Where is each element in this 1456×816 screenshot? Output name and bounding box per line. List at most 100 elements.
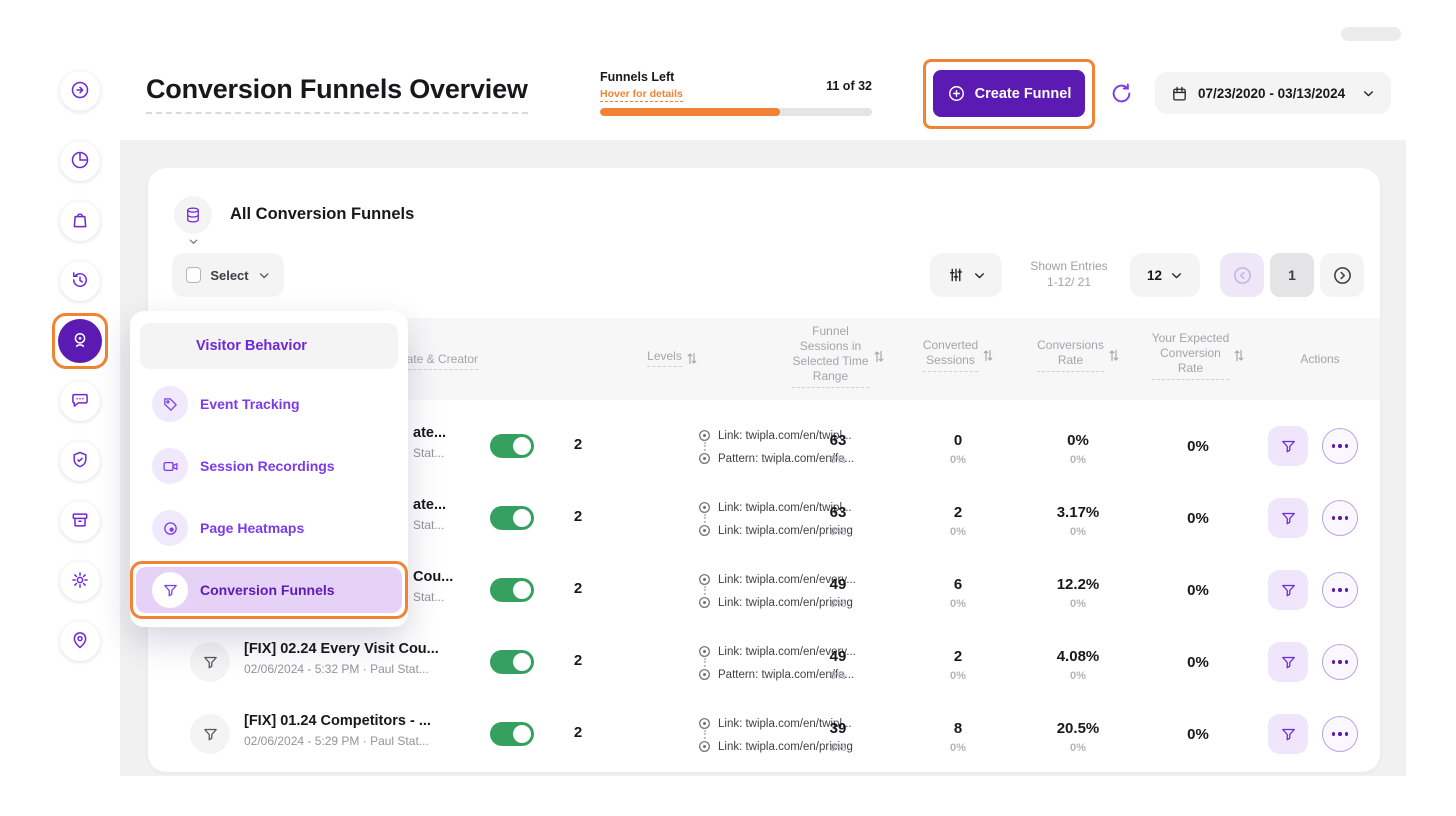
open-funnel-button[interactable] [1268, 426, 1308, 466]
ellipsis-icon [1332, 732, 1349, 736]
create-funnel-label: Create Funnel [975, 86, 1072, 102]
open-funnel-button[interactable] [1268, 570, 1308, 610]
column-header-converted-sessions[interactable]: Converted Sessions [898, 338, 1018, 372]
flyout-item-conversion-funnels[interactable]: Conversion Funnels [130, 562, 408, 618]
sidebar-item-panel-toggle[interactable] [60, 71, 100, 111]
funnel-enabled-toggle[interactable] [490, 722, 534, 746]
more-actions-button[interactable] [1322, 644, 1358, 680]
toggle-knob [513, 581, 531, 599]
funnel-enabled-toggle[interactable] [490, 650, 534, 674]
expected-rate-cell: 0% [1148, 582, 1248, 599]
flyout-title: Visitor Behavior [140, 323, 398, 369]
settings-gear-icon [70, 570, 90, 593]
funnel-name[interactable]: [FIX] 01.24 Competitors - ... [244, 713, 504, 729]
flyout-item-session-recordings[interactable]: Session Recordings [130, 438, 408, 494]
expected-rate-cell: 0% [1148, 438, 1248, 455]
heatmap-icon [152, 510, 188, 546]
levels-value: 2 [548, 652, 608, 669]
column-settings-dropdown[interactable] [930, 253, 1002, 297]
sidebar-item-visitor-behavior[interactable] [58, 319, 102, 363]
panel-title: All Conversion Funnels [230, 205, 414, 224]
level-node-icon [698, 429, 711, 442]
more-actions-button[interactable] [1322, 572, 1358, 608]
open-funnel-button[interactable] [1268, 714, 1308, 754]
conversions-rate-cell: 20.5%0% [1028, 720, 1128, 754]
select-checkbox[interactable] [186, 267, 201, 283]
sidebar-item-settings[interactable] [60, 561, 100, 601]
levels-value: 2 [548, 508, 608, 525]
column-header-expected-rate[interactable]: Your Expected Conversion Rate [1138, 331, 1258, 380]
column-header-conversions-rate[interactable]: Conversions Rate [1018, 338, 1138, 372]
previous-page-button[interactable] [1220, 253, 1264, 297]
funnel-name[interactable]: [FIX] 02.24 Every Visit Cou... [244, 641, 504, 657]
funnel-sessions-cell: 490% [788, 648, 888, 682]
funnels-left-hint[interactable]: Hover for details [600, 88, 683, 102]
page-size-value: 12 [1147, 268, 1162, 283]
date-range-value: 07/23/2020 - 03/13/2024 [1198, 86, 1352, 101]
ecommerce-bag-icon [70, 210, 90, 233]
toggle-knob [513, 653, 531, 671]
open-funnel-button[interactable] [1268, 642, 1308, 682]
video-icon [152, 448, 188, 484]
more-actions-button[interactable] [1322, 500, 1358, 536]
converted-sessions-cell: 00% [908, 432, 1008, 466]
level-node-icon [698, 596, 711, 609]
ellipsis-icon [1332, 588, 1349, 592]
column-header-date-creator[interactable]: Date & Creator [398, 352, 478, 370]
sidebar-item-ecommerce[interactable] [60, 201, 100, 241]
arrow-right-circle-icon [1332, 265, 1353, 286]
level-connector [704, 658, 706, 667]
statistics-pie-icon [70, 150, 90, 173]
visitor-behavior-camera-icon [70, 330, 90, 353]
levels-value: 2 [548, 724, 608, 741]
next-page-button[interactable] [1320, 253, 1364, 297]
level-node-icon [698, 668, 711, 681]
sidebar-item-location[interactable] [60, 621, 100, 661]
create-funnel-button[interactable]: Create Funnel [933, 70, 1085, 117]
more-actions-button[interactable] [1322, 716, 1358, 752]
converted-sessions-cell: 20% [908, 504, 1008, 538]
level-connector [704, 514, 706, 523]
ellipsis-icon [1332, 444, 1349, 448]
funnel-type-icon [190, 642, 230, 682]
funnel-name[interactable]: Cou... [413, 569, 673, 585]
funnel-meta: 02/06/2024 - 5:29 PM · Paul Stat... [244, 734, 504, 748]
funnel-enabled-toggle[interactable] [490, 578, 534, 602]
sidebar-item-feedback[interactable] [60, 381, 100, 421]
flyout-item-page-heatmaps[interactable]: Page Heatmaps [130, 500, 408, 556]
sort-icon [687, 352, 697, 365]
funnel-name[interactable]: ate... [413, 497, 673, 513]
sidebar-item-statistics[interactable] [60, 141, 100, 181]
sidebar-item-privacy[interactable] [60, 441, 100, 481]
more-actions-button[interactable] [1322, 428, 1358, 464]
funnel-meta: 02/06/2024 - 5:32 PM · Paul Stat... [244, 662, 504, 676]
visitor-behavior-flyout: Visitor Behavior Event Tracking Session … [130, 311, 408, 627]
funnel-enabled-toggle[interactable] [490, 434, 534, 458]
page-number-button[interactable]: 1 [1270, 253, 1314, 297]
open-funnel-button[interactable] [1268, 498, 1308, 538]
refresh-button[interactable] [1099, 71, 1143, 115]
column-header-funnel-sessions[interactable]: Funnel Sessions in Selected Time Range [778, 324, 898, 388]
level-node-icon [698, 524, 711, 537]
funnels-left-label: Funnels Left [600, 70, 674, 84]
sidebar-item-history[interactable] [60, 261, 100, 301]
level-connector [704, 730, 706, 739]
database-icon [174, 196, 212, 234]
page-size-dropdown[interactable]: 12 [1130, 253, 1200, 297]
select-dropdown[interactable]: Select [172, 253, 284, 297]
column-header-actions: Actions [1270, 352, 1370, 366]
funnel-meta: Stat... [413, 518, 673, 532]
expected-rate-cell: 0% [1148, 654, 1248, 671]
date-range-picker[interactable]: 07/23/2020 - 03/13/2024 [1155, 72, 1391, 114]
conversions-rate-cell: 0%0% [1028, 432, 1128, 466]
ellipsis-icon [1332, 516, 1349, 520]
panel-chevron-icon[interactable] [188, 236, 199, 247]
table-row: [FIX] 01.24 Competitors - ... 02/06/2024… [148, 698, 1380, 770]
converted-sessions-cell: 20% [908, 648, 1008, 682]
funnel-enabled-toggle[interactable] [490, 506, 534, 530]
sidebar-item-modules[interactable] [60, 501, 100, 541]
converted-sessions-cell: 80% [908, 720, 1008, 754]
funnel-name[interactable]: ate... [413, 425, 673, 441]
column-header-levels[interactable]: Levels [622, 349, 722, 367]
flyout-item-event-tracking[interactable]: Event Tracking [130, 376, 408, 432]
